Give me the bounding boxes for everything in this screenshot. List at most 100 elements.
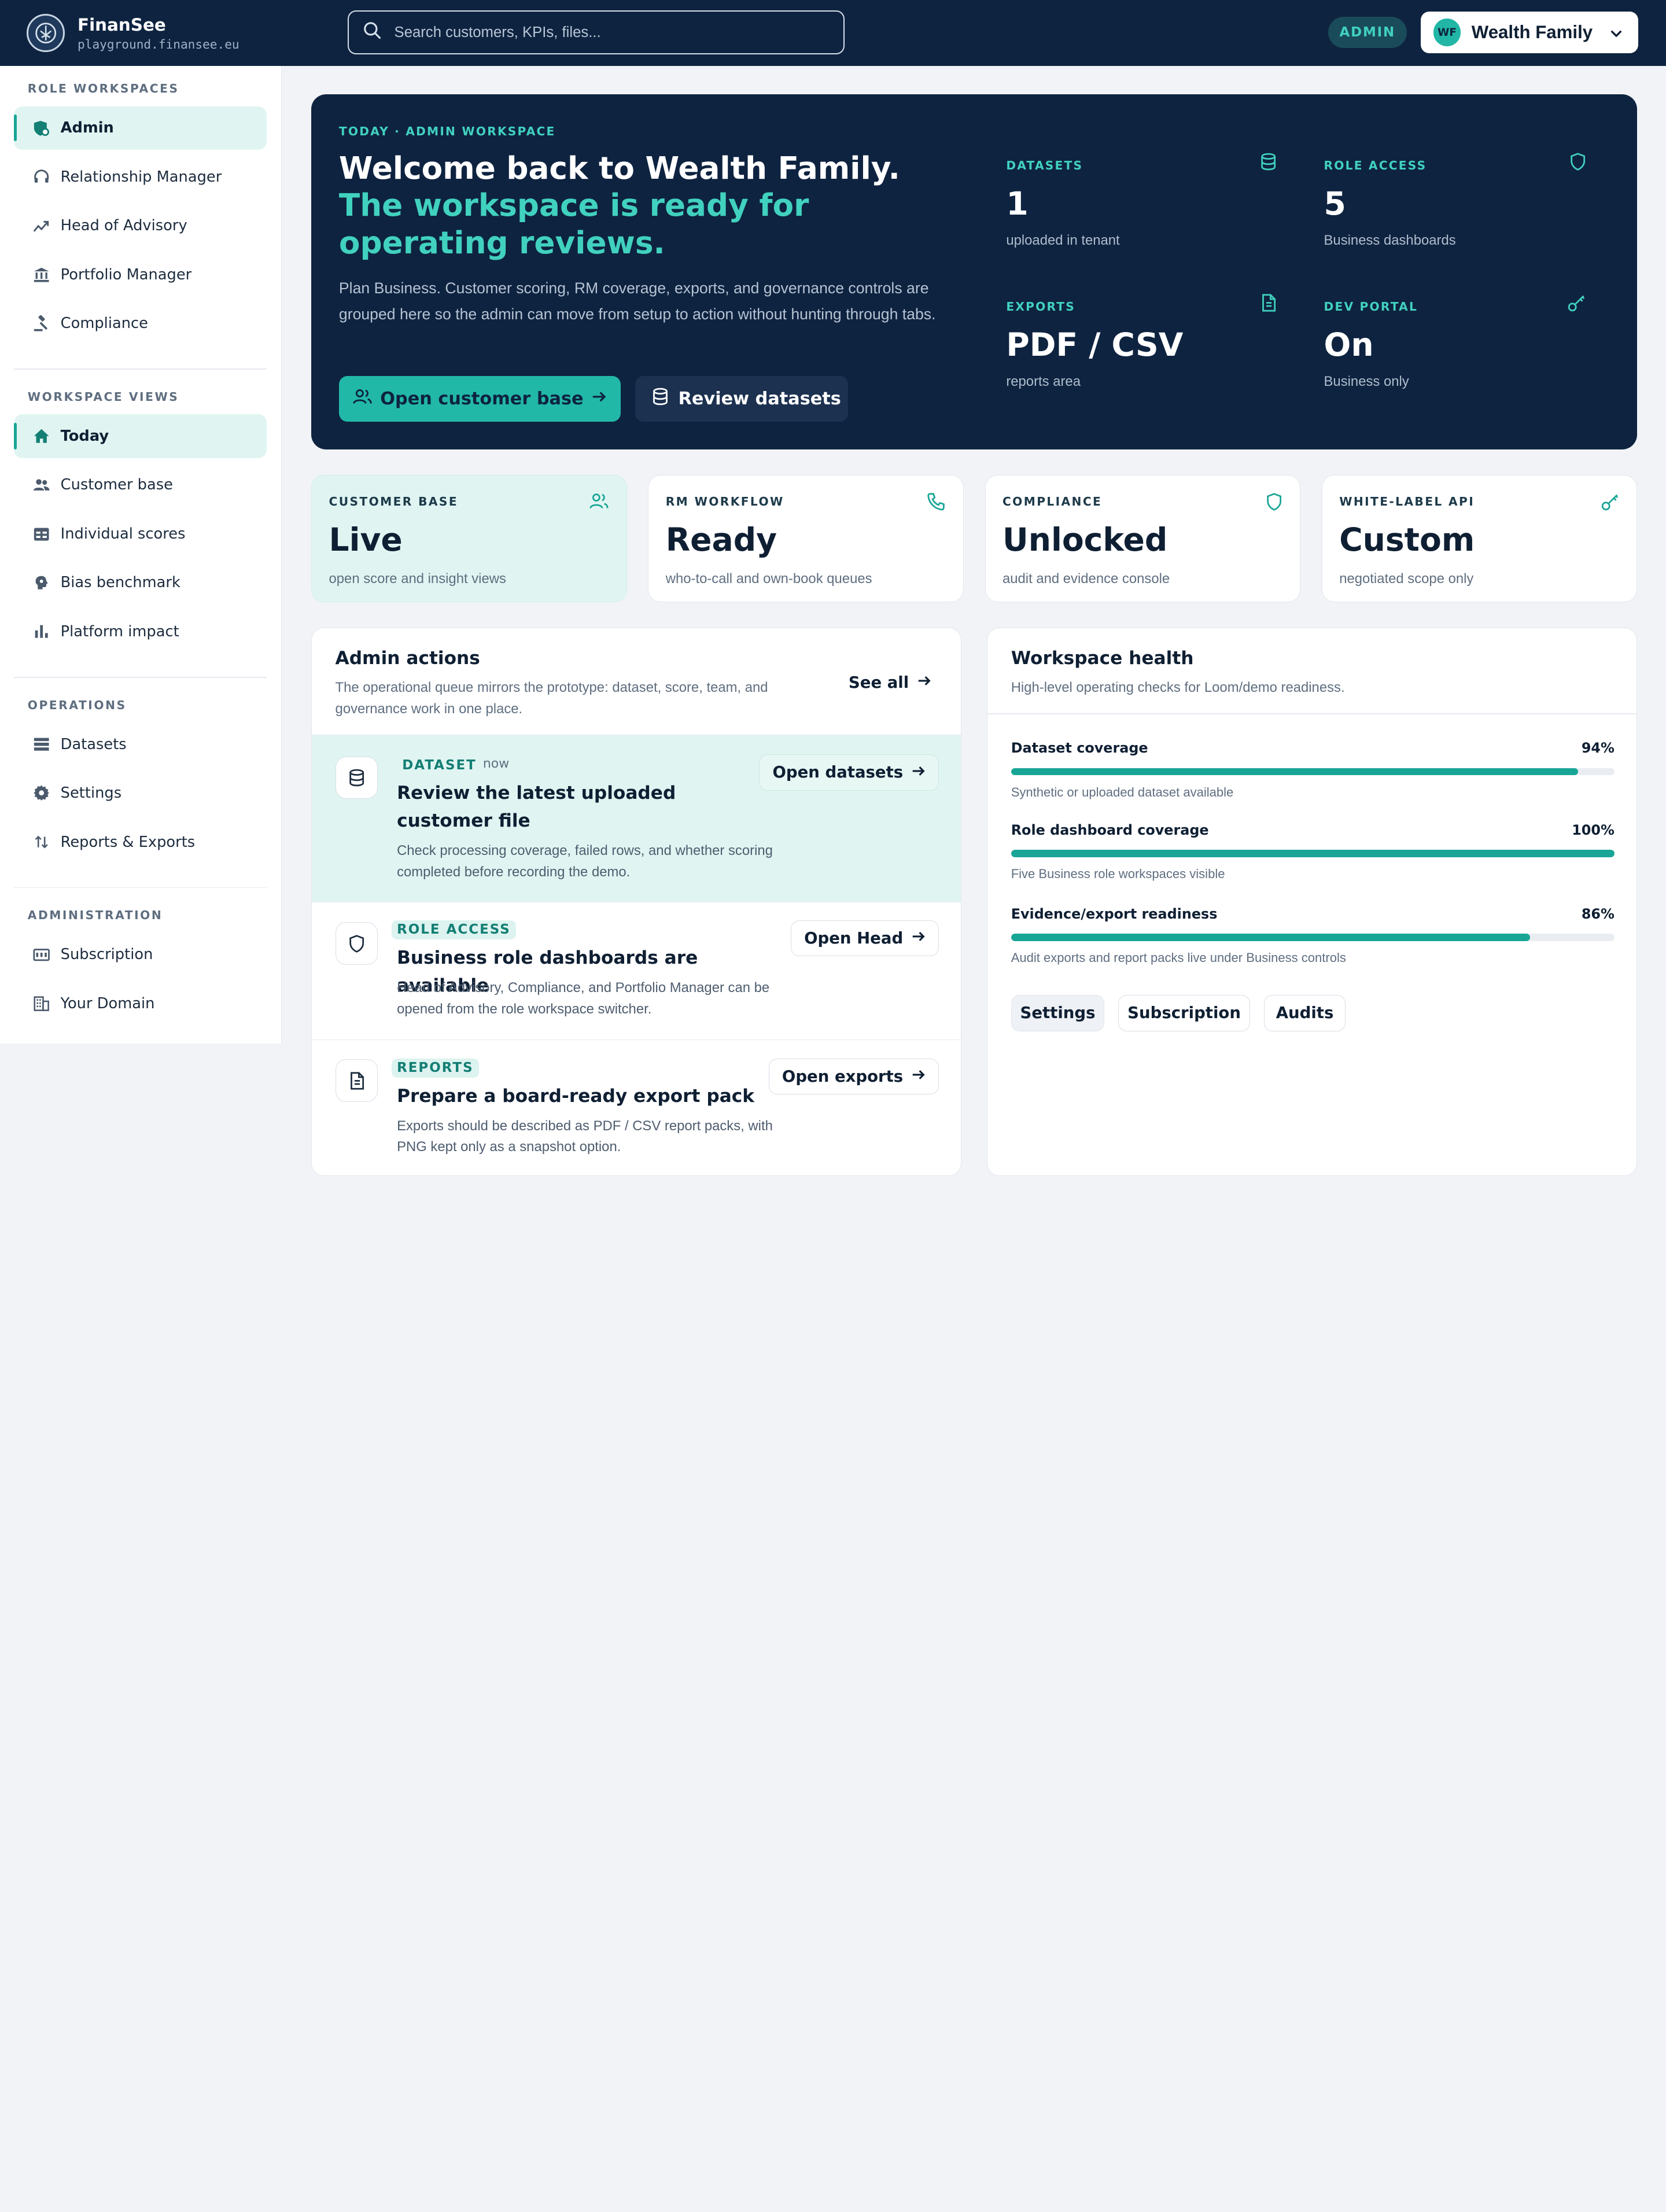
sidebar-item-today[interactable]: Today <box>13 414 267 458</box>
tenant-avatar: WF <box>1433 19 1461 46</box>
metric-role-dashboard-coverage: Role dashboard coverage 100% Five Busine… <box>1011 822 1615 882</box>
sidebar-item-label: Reports & Exports <box>60 833 196 851</box>
settings-button[interactable]: Settings <box>1011 995 1105 1031</box>
sidebar-item-label: Datasets <box>60 735 127 753</box>
sidebar-item-platform-impact[interactable]: Platform impact <box>14 610 267 653</box>
app: FinanSee playground.finansee.eu ADMIN WF… <box>0 0 1666 1205</box>
stat-label: DEV PORTAL <box>1324 299 1418 314</box>
action-item: ROLE ACCESS Business role dashboards are… <box>312 901 961 1040</box>
stat-label: ROLE ACCESS <box>1324 158 1427 172</box>
database-icon <box>642 387 678 411</box>
sidebar-item-settings[interactable]: Settings <box>14 771 267 814</box>
progress-fill <box>1011 849 1615 857</box>
action-tag: REPORTS <box>391 1058 479 1078</box>
card-value: Ready <box>665 521 777 559</box>
workspace-health-title: Workspace health <box>1011 647 1194 669</box>
sidebar-item-customer-base[interactable]: Customer base <box>14 463 267 507</box>
sidebar-item-bias-benchmark[interactable]: Bias benchmark <box>14 561 267 604</box>
brand[interactable]: FinanSee playground.finansee.eu <box>26 13 345 52</box>
sidebar-section-title: OPERATIONS <box>27 698 127 712</box>
open-exports-button[interactable]: Open exports <box>768 1058 939 1094</box>
progress-track <box>1011 768 1615 776</box>
search-bar[interactable] <box>347 10 845 54</box>
action-tag: DATASET <box>402 757 477 773</box>
stat-datasets: DATASETS 1 uploaded in tenant <box>1006 153 1277 275</box>
card-compliance[interactable]: COMPLIANCE Unlocked audit and evidence c… <box>985 475 1301 603</box>
stat-sub: Business dashboards <box>1324 233 1456 249</box>
sidebar-item-portfolio-manager[interactable]: Portfolio Manager <box>14 253 267 296</box>
sidebar-item-label: Settings <box>60 784 122 802</box>
card-rm-workflow[interactable]: RM WORKFLOW Ready who-to-call and own-bo… <box>648 475 964 603</box>
top-bar: FinanSee playground.finansee.eu ADMIN WF… <box>0 0 1666 66</box>
search-input[interactable] <box>394 24 844 41</box>
sidebar-item-label: Individual scores <box>60 525 186 543</box>
hero-title-main: Welcome back to Wealth Family. <box>338 150 900 186</box>
sidebar-item-individual-scores[interactable]: Individual scores <box>14 512 267 555</box>
sidebar-divider <box>13 887 267 889</box>
gavel-icon <box>33 315 50 332</box>
shield-icon <box>335 922 378 965</box>
users-icon <box>33 477 50 493</box>
sidebar-item-label: Compliance <box>60 315 148 333</box>
brain-icon <box>33 574 50 591</box>
audits-button[interactable]: Audits <box>1263 995 1346 1031</box>
sidebar-item-head-of-advisory[interactable]: Head of Advisory <box>14 204 267 248</box>
metric-name: Dataset coverage <box>1011 740 1148 757</box>
open-head-button[interactable]: Open Head <box>791 920 939 957</box>
open-datasets-button[interactable]: Open datasets <box>759 754 939 791</box>
sidebar-item-relationship-manager[interactable]: Relationship Manager <box>14 155 267 198</box>
action-description: Head of Advisory, Compliance, and Portfo… <box>397 979 770 1017</box>
sidebar-divider <box>13 676 267 678</box>
review-datasets-button[interactable]: Review datasets <box>635 376 848 422</box>
sidebar-item-admin[interactable]: Admin <box>13 106 267 150</box>
sidebar-section-title: ADMINISTRATION <box>27 908 163 923</box>
card-label: WHITE-LABEL API <box>1339 495 1475 509</box>
sidebar-divider <box>13 368 267 370</box>
stat-label: DATASETS <box>1006 158 1083 172</box>
card-value: Unlocked <box>1002 521 1168 559</box>
metric-percent: 100% <box>1572 821 1615 838</box>
card-sub: negotiated scope only <box>1339 571 1474 587</box>
sidebar-item-label: Relationship Manager <box>60 168 222 186</box>
brand-name: FinanSee <box>78 15 166 35</box>
stat-dev-portal: DEV PORTAL On Business only <box>1324 295 1595 416</box>
sidebar-item-label: Admin <box>60 119 114 137</box>
stat-value: PDF / CSV <box>1006 326 1184 363</box>
sidebar-item-your-domain[interactable]: Your Domain <box>14 982 267 1025</box>
metric-percent: 86% <box>1581 905 1615 922</box>
open-customer-base-button[interactable]: Open customer base <box>338 376 621 422</box>
tenant-name: Wealth Family <box>1471 22 1593 43</box>
sidebar-item-subscription[interactable]: Subscription <box>14 933 267 976</box>
sidebar-item-label: Bias benchmark <box>60 574 180 592</box>
see-all-label: See all <box>848 673 909 692</box>
metric-name: Evidence/export readiness <box>1011 905 1218 922</box>
admin-actions-title: Admin actions <box>335 647 480 669</box>
bar-chart-icon <box>33 623 50 640</box>
shield-gear-icon <box>33 120 50 137</box>
open-head-label: Open Head <box>804 928 904 948</box>
tenant-switcher[interactable]: WF Wealth Family <box>1420 12 1639 53</box>
arrow-right-icon <box>903 929 926 948</box>
stat-value: On <box>1324 326 1374 363</box>
card-customer-base[interactable]: CUSTOMER BASE Live open score and insigh… <box>311 475 627 603</box>
sidebar-item-label: Your Domain <box>60 994 155 1012</box>
sidebar-item-reports-exports[interactable]: Reports & Exports <box>14 820 267 864</box>
sidebar-item-label: Today <box>60 427 109 445</box>
sidebar-item-compliance[interactable]: Compliance <box>14 302 267 345</box>
progress-fill <box>1011 768 1579 776</box>
hero-title-accent: The workspace is ready for operating rev… <box>338 187 809 261</box>
progress-track <box>1011 934 1615 941</box>
card-white-label-api[interactable]: WHITE-LABEL API Custom negotiated scope … <box>1321 475 1638 603</box>
admin-actions-description: The operational queue mirrors the protot… <box>335 679 768 717</box>
arrow-right-icon <box>903 763 926 781</box>
chevron-down-icon <box>1610 23 1623 42</box>
scorecard-icon <box>33 525 50 542</box>
card-sub: who-to-call and own-book queues <box>665 571 872 587</box>
stat-label: EXPORTS <box>1006 299 1076 314</box>
phone-icon <box>927 492 946 515</box>
see-all-link[interactable]: See all <box>849 673 931 692</box>
sidebar-item-datasets[interactable]: Datasets <box>14 722 267 766</box>
brand-logo-icon <box>26 13 65 52</box>
metric-name: Role dashboard coverage <box>1011 821 1209 838</box>
subscription-button[interactable]: Subscription <box>1118 995 1250 1031</box>
